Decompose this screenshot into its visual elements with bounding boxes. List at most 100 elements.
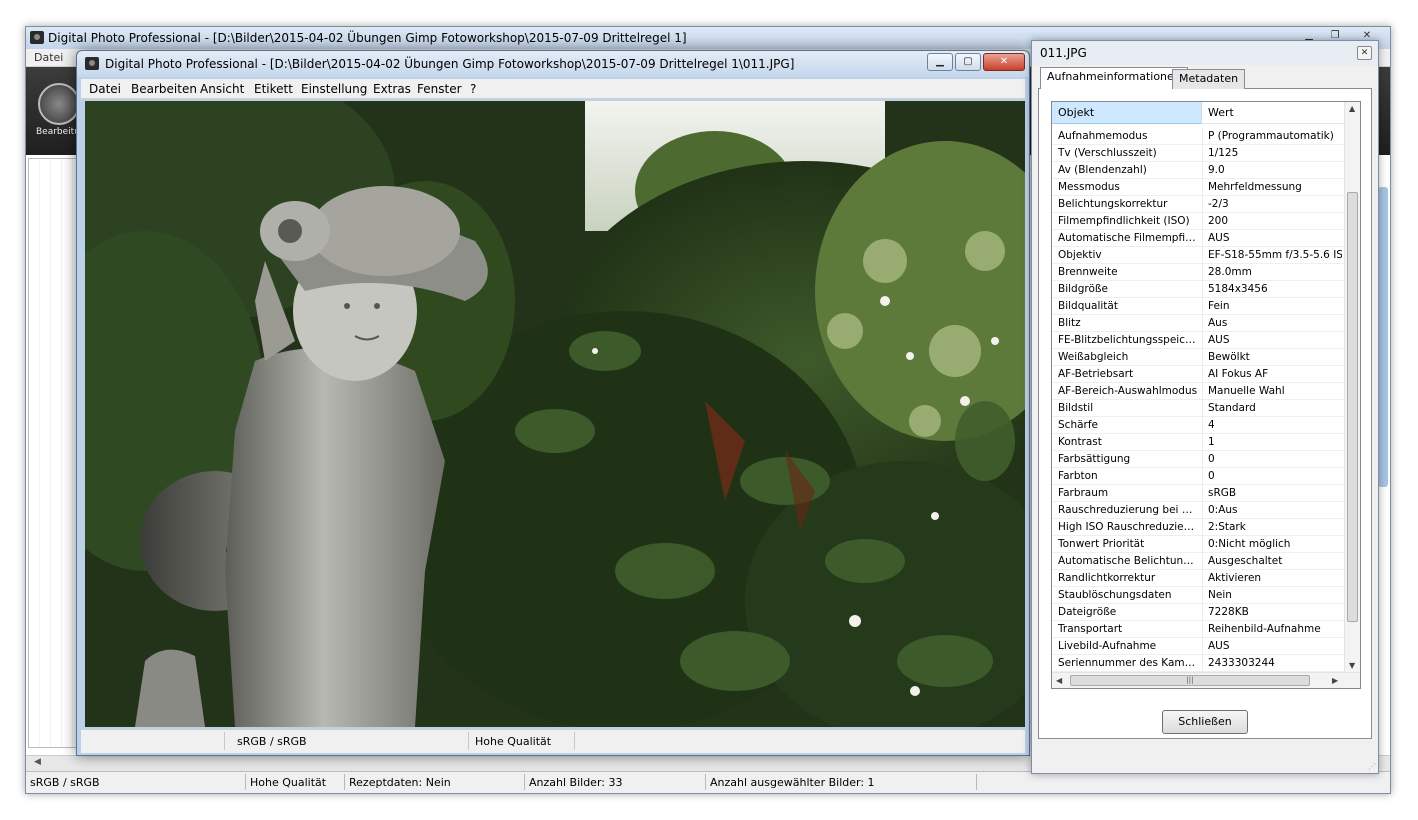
- table-row[interactable]: Bildqualität Fein: [1052, 298, 1345, 315]
- edit-window-icon[interactable]: [38, 83, 80, 125]
- menu-datei[interactable]: Datei: [34, 51, 63, 64]
- row-value: Fein: [1208, 300, 1230, 312]
- table-row[interactable]: Farbraum sRGB: [1052, 485, 1345, 502]
- scroll-thumb[interactable]: [1347, 192, 1358, 622]
- scroll-up-icon[interactable]: ▲: [1349, 104, 1355, 113]
- row-object: Weißabgleich: [1058, 351, 1129, 363]
- table-row[interactable]: Messmodus Mehrfeldmessung: [1052, 179, 1345, 196]
- table-row[interactable]: Farbton 0: [1052, 468, 1345, 485]
- scroll-left-icon[interactable]: ◀: [1056, 676, 1062, 685]
- thumbnail-strip: [28, 158, 78, 748]
- row-value: 200: [1208, 215, 1229, 227]
- table-row[interactable]: Randlichtkorrektur Aktivieren: [1052, 570, 1345, 587]
- table-row[interactable]: Blitz Aus: [1052, 315, 1345, 332]
- table-row[interactable]: High ISO Rauschreduzierung 2:Stark: [1052, 519, 1345, 536]
- table-row[interactable]: Tv (Verschlusszeit) 1/125: [1052, 145, 1345, 162]
- scroll-right-icon[interactable]: ▶: [1332, 676, 1338, 685]
- table-row[interactable]: Brennweite 28.0mm: [1052, 264, 1345, 281]
- column-header-wert[interactable]: Wert: [1202, 102, 1345, 124]
- table-row[interactable]: Av (Blendenzahl) 9.0: [1052, 162, 1345, 179]
- row-value: Reihenbild-Aufnahme: [1208, 623, 1321, 635]
- menu-ansicht[interactable]: Ansicht: [200, 82, 244, 96]
- scroll-down-icon[interactable]: ▼: [1349, 661, 1355, 670]
- status-separator: [468, 732, 469, 750]
- table-row[interactable]: Dateigröße 7228KB: [1052, 604, 1345, 621]
- row-object: Aufnahmemodus: [1058, 130, 1148, 142]
- close-button[interactable]: ✕: [983, 53, 1025, 71]
- table-row[interactable]: Livebild-Aufnahme AUS: [1052, 638, 1345, 655]
- tab-metadaten[interactable]: Metadaten: [1172, 69, 1246, 89]
- row-value: 1: [1208, 436, 1215, 448]
- table-row[interactable]: Bildstil Standard: [1052, 400, 1345, 417]
- table-row[interactable]: Transportart Reihenbild-Aufnahme: [1052, 621, 1345, 638]
- row-object: Livebild-Aufnahme: [1058, 640, 1157, 652]
- menu-help[interactable]: ?: [470, 82, 476, 96]
- table-row[interactable]: Aufnahmemodus P (Programmautomatik): [1052, 128, 1345, 145]
- photo-window-titlebar[interactable]: Digital Photo Professional - [D:\Bilder\…: [77, 51, 1029, 77]
- row-object: Seriennummer des Kamera...: [1058, 657, 1198, 669]
- row-object: Rauschreduzierung bei Lan...: [1058, 504, 1198, 516]
- row-value: 1/125: [1208, 147, 1239, 159]
- status-separator: [574, 732, 575, 750]
- table-row[interactable]: FE-Blitzbelichtungsspeicher... AUS: [1052, 332, 1345, 349]
- table-row[interactable]: Staublöschungsdaten Nein: [1052, 587, 1345, 604]
- row-value: P (Programmautomatik): [1208, 130, 1334, 142]
- status-image-count: Anzahl Bilder: 33: [529, 776, 623, 789]
- table-horizontal-scrollbar[interactable]: ◀ ||| ▶: [1052, 672, 1360, 688]
- table-row[interactable]: Filmempfindlichkeit (ISO) 200: [1052, 213, 1345, 230]
- status-recipe: Rezeptdaten: Nein: [349, 776, 451, 789]
- close-button[interactable]: Schließen: [1162, 710, 1248, 734]
- row-value: 0: [1208, 470, 1215, 482]
- table-vertical-scrollbar[interactable]: ▲ ▼: [1344, 102, 1360, 672]
- photo-window-title: Digital Photo Professional - [D:\Bilder\…: [105, 57, 795, 71]
- minimize-button[interactable]: ▁: [927, 53, 953, 71]
- table-row[interactable]: Automatische Belichtungso... Ausgeschalte…: [1052, 553, 1345, 570]
- maximize-button[interactable]: ▢: [955, 53, 981, 71]
- menu-fenster[interactable]: Fenster: [417, 82, 462, 96]
- photo-window: Digital Photo Professional - [D:\Bilder\…: [76, 50, 1030, 756]
- status-separator: [245, 774, 246, 790]
- table-row[interactable]: Farbsättigung 0: [1052, 451, 1345, 468]
- row-object: Objektiv: [1058, 249, 1102, 261]
- row-object: AF-Bereich-Auswahlmodus: [1058, 385, 1198, 397]
- vertical-scrollbar[interactable]: [1378, 187, 1388, 487]
- menu-datei[interactable]: Datei: [89, 82, 121, 96]
- row-object: Automatische Belichtungso...: [1058, 555, 1198, 567]
- menu-einstellung[interactable]: Einstellung: [301, 82, 367, 96]
- row-object: Dateigröße: [1058, 606, 1117, 618]
- resize-grip-icon[interactable]: ⋰: [1368, 762, 1376, 771]
- table-row[interactable]: Automatische Filmempfindli... AUS: [1052, 230, 1345, 247]
- close-icon[interactable]: ✕: [1357, 46, 1372, 60]
- row-value: Ausgeschaltet: [1208, 555, 1283, 567]
- scroll-left-icon[interactable]: ◀: [34, 757, 41, 767]
- status-color-space: sRGB / sRGB: [30, 776, 100, 789]
- row-value: 2:Stark: [1208, 521, 1246, 533]
- table-row[interactable]: Kontrast 1: [1052, 434, 1345, 451]
- table-row[interactable]: Seriennummer des Kamera... 2433303244: [1052, 655, 1345, 672]
- table-row[interactable]: AF-Bereich-Auswahlmodus Manuelle Wahl: [1052, 383, 1345, 400]
- table-row[interactable]: Weißabgleich Bewölkt: [1052, 349, 1345, 366]
- row-value: 0:Aus: [1208, 504, 1238, 516]
- table-row[interactable]: Tonwert Priorität 0:Nicht möglich: [1052, 536, 1345, 553]
- status-quality: Hohe Qualität: [475, 735, 552, 748]
- row-value: Bewölkt: [1208, 351, 1250, 363]
- photo-viewer[interactable]: [85, 101, 1025, 727]
- table-row[interactable]: Bildgröße 5184x3456: [1052, 281, 1345, 298]
- table-row[interactable]: AF-Betriebsart AI Fokus AF: [1052, 366, 1345, 383]
- row-value: 5184x3456: [1208, 283, 1268, 295]
- column-header-objekt[interactable]: Objekt: [1052, 102, 1202, 124]
- main-statusbar: sRGB / sRGB Hohe Qualität Rezeptdaten: N…: [26, 771, 1390, 793]
- table-row[interactable]: Belichtungskorrektur -2/3: [1052, 196, 1345, 213]
- table-row[interactable]: Rauschreduzierung bei Lan... 0:Aus: [1052, 502, 1345, 519]
- table-row[interactable]: Schärfe 4: [1052, 417, 1345, 434]
- menu-etikett[interactable]: Etikett: [254, 82, 293, 96]
- table-row[interactable]: Objektiv EF-S18-55mm f/3.5-5.6 IS I: [1052, 247, 1345, 264]
- info-window-titlebar[interactable]: 011.JPG ✕: [1032, 41, 1378, 65]
- menu-bearbeiten[interactable]: Bearbeiten: [131, 82, 197, 96]
- row-object: Filmempfindlichkeit (ISO): [1058, 215, 1190, 227]
- tab-aufnahmeinformationen[interactable]: Aufnahmeinformationen: [1040, 67, 1188, 90]
- scroll-thumb[interactable]: |||: [1070, 675, 1310, 686]
- shooting-info-table[interactable]: Objekt Wert Aufnahmemodus P (Programmauto…: [1051, 101, 1361, 689]
- statue-garden-photo: [85, 101, 1025, 727]
- menu-extras[interactable]: Extras: [373, 82, 411, 96]
